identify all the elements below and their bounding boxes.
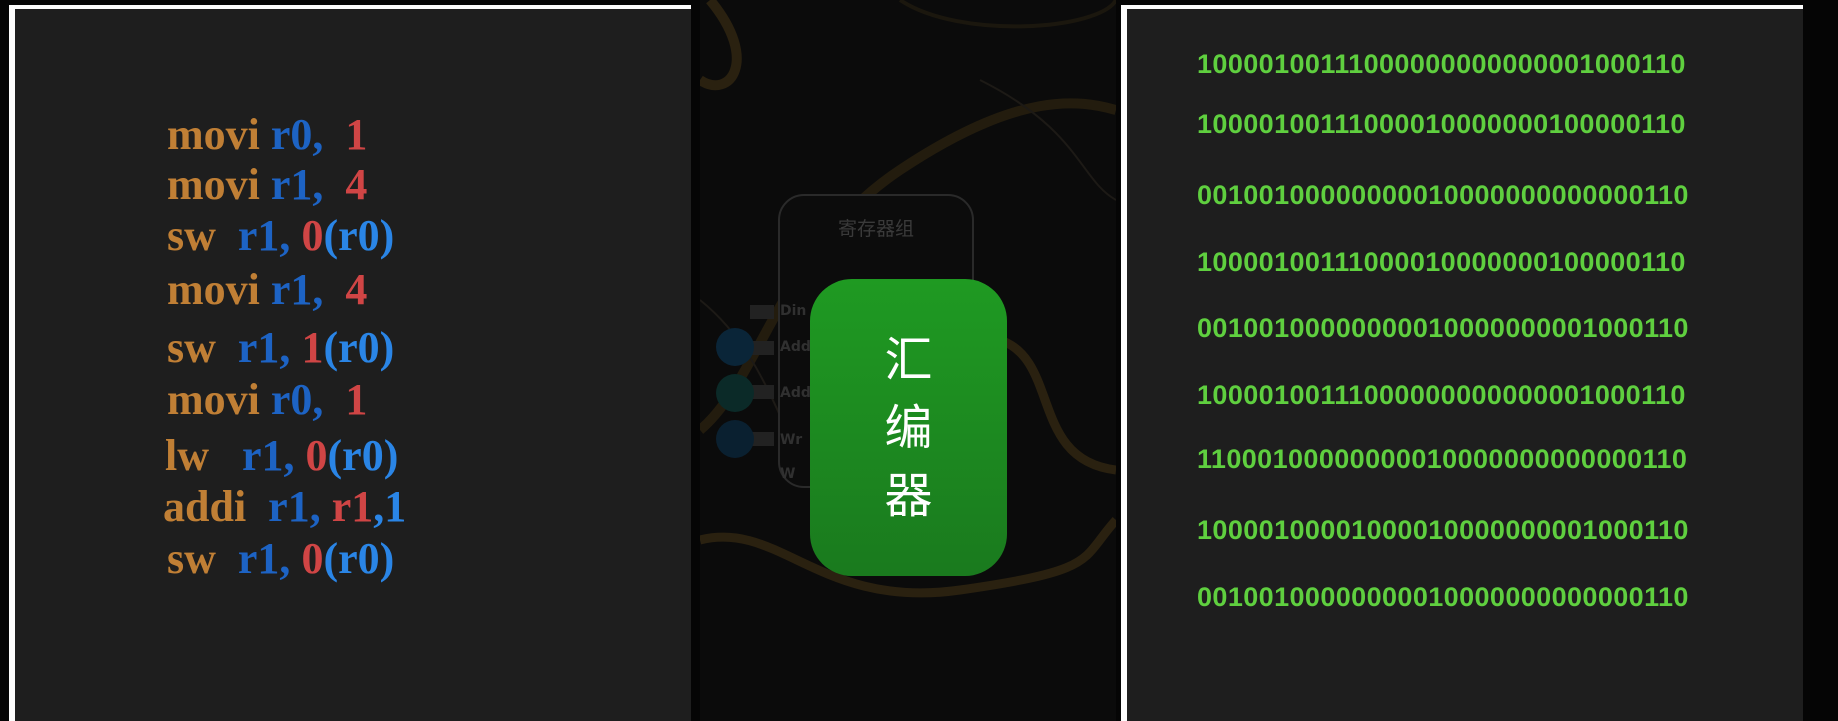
binary-line: 10000100111000000000000001000110: [1197, 380, 1686, 410]
binary-line: 10000100111000000000000001000110: [1197, 49, 1686, 79]
binary-line: 00100100000000010000000001000110: [1197, 313, 1689, 343]
register-file-title: 寄存器组: [837, 218, 914, 240]
binary-line: 10000100111000010000000100000110: [1197, 109, 1686, 139]
binary-line: 11000100000000010000000000000110: [1197, 444, 1688, 474]
machine-code-area: 10000100111000000000000001000110 1000010…: [1127, 9, 1803, 721]
assembler-label-char: 编: [884, 400, 933, 456]
port-dot: [716, 420, 754, 458]
assembly-code-area: movi r0, 1 movi r1, 4 sw r1, 0(r0) movi …: [15, 9, 691, 721]
register: r1,: [237, 534, 291, 583]
pin-label: Wr: [780, 432, 803, 448]
code-line: sw r1, 0(r0): [101, 493, 394, 625]
pin-label: Add: [780, 339, 811, 355]
port-dot: [716, 374, 754, 412]
pin: [750, 305, 774, 319]
assembler-graphic-panel: 寄存器组 Din Add Add Wr W 汇 编 器: [700, 0, 1116, 721]
assembler-block: 汇 编 器: [810, 279, 1007, 576]
binary-line: 10000100001000010000000001000110: [1197, 515, 1689, 545]
binary-line: 10000100111000010000000100000110: [1197, 247, 1686, 277]
assembler-label-char: 器: [884, 468, 933, 524]
offset: 0: [301, 534, 324, 583]
machine-code-panel: 10000100111000000000000001000110 1000010…: [1121, 5, 1803, 721]
base-register: (r0): [323, 534, 395, 583]
assembler-label-char: 汇: [884, 332, 933, 388]
binary-line: 00100100000000010000000000000110: [1197, 582, 1689, 612]
opcode: sw: [167, 534, 216, 583]
pin-label: Din: [780, 303, 807, 319]
port-dot: [716, 328, 754, 366]
pin-label: W: [780, 466, 796, 482]
pin-label: Add: [780, 385, 811, 401]
binary-line: 00100100000000010000000000000110: [1197, 180, 1689, 210]
assembly-code-panel: movi r0, 1 movi r1, 4 sw r1, 0(r0) movi …: [9, 5, 691, 721]
